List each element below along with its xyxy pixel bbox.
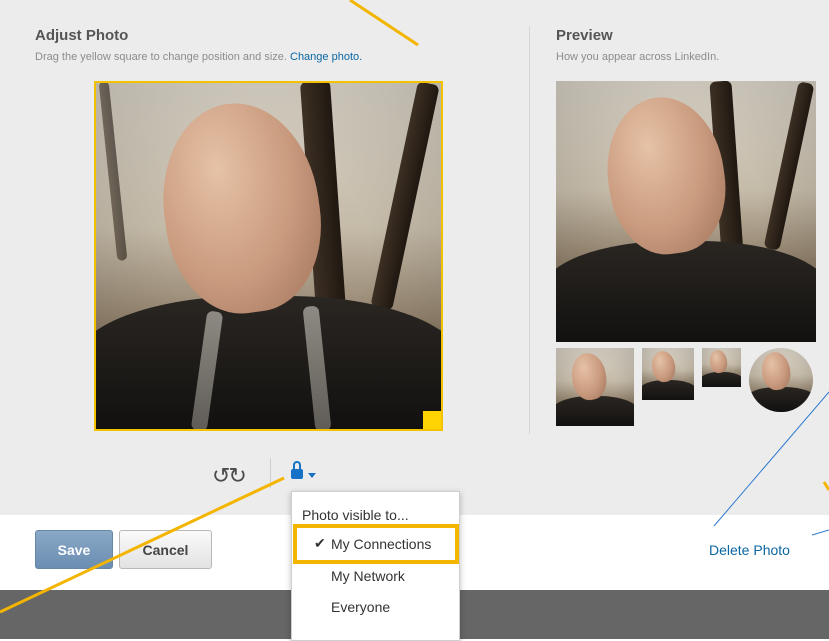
visibility-option-label: My Network <box>331 568 405 584</box>
adjust-photo-title: Adjust Photo <box>35 27 129 44</box>
change-photo-link[interactable]: Change photo. <box>290 51 362 63</box>
visibility-menu-header: Photo visible to... <box>302 507 409 523</box>
crop-resize-handle[interactable] <box>423 411 441 429</box>
photo-jacket <box>702 372 741 387</box>
rotate-arrows-icon[interactable]: ↺↻ <box>212 463 247 489</box>
photo-jacket <box>556 396 634 426</box>
visibility-option-my-network[interactable]: My Network <box>292 562 459 592</box>
preview-subtitle: How you appear across LinkedIn. <box>556 51 720 63</box>
preview-title: Preview <box>556 27 613 44</box>
delete-photo-link[interactable]: Delete Photo <box>709 542 790 558</box>
section-divider <box>529 26 530 434</box>
photo-jacket <box>556 241 816 342</box>
lock-icon-body <box>291 469 303 479</box>
preview-large <box>556 81 816 342</box>
photo-jacket <box>642 380 694 400</box>
chevron-down-icon <box>308 473 316 478</box>
selected-option-highlight <box>293 524 459 564</box>
visibility-dropdown: Photo visible to... ✔ My Connections My … <box>291 491 460 641</box>
cancel-button[interactable]: Cancel <box>119 530 212 569</box>
photo-jacket <box>749 387 813 412</box>
preview-thumb-large <box>556 348 634 426</box>
save-button[interactable]: Save <box>35 530 113 569</box>
preview-thumb-small <box>702 348 741 387</box>
instruction-text: Drag the yellow square to change positio… <box>35 51 287 63</box>
adjust-photo-instruction: Drag the yellow square to change positio… <box>35 51 362 63</box>
preview-thumb-medium <box>642 348 694 400</box>
preview-thumb-circle <box>749 348 813 412</box>
visibility-option-everyone[interactable]: Everyone <box>292 593 459 623</box>
crop-square[interactable] <box>94 81 443 431</box>
toolbar-divider <box>270 458 271 488</box>
visibility-option-label: Everyone <box>331 599 391 615</box>
